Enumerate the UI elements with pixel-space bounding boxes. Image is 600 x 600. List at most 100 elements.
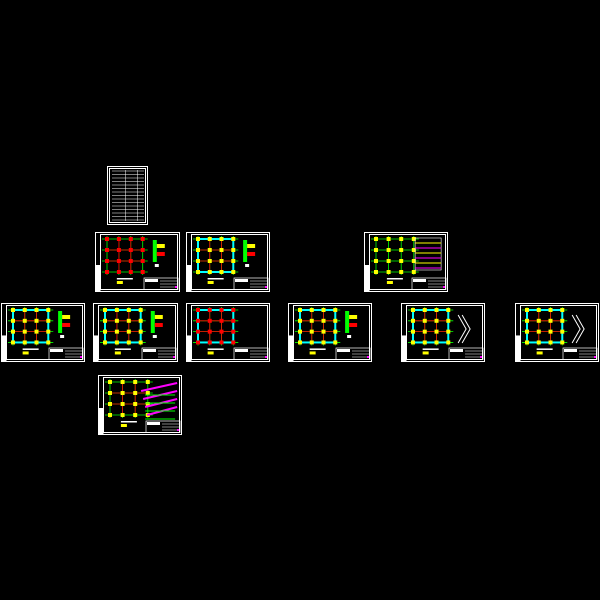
column (22, 308, 27, 312)
title-block-mark (175, 286, 177, 288)
column (536, 340, 541, 345)
binding-margin (96, 265, 101, 291)
column (114, 329, 119, 334)
column-detail (247, 244, 256, 248)
column (138, 318, 143, 323)
column (560, 329, 565, 334)
column (46, 329, 51, 334)
column (120, 413, 125, 417)
column (333, 318, 338, 323)
column (231, 308, 236, 312)
column (548, 308, 553, 312)
column-detail (62, 315, 71, 319)
column (411, 329, 415, 334)
title-block-mark (443, 286, 445, 288)
title-block-text (564, 349, 577, 352)
column (386, 259, 391, 263)
column (207, 259, 212, 263)
column-detail (245, 264, 250, 267)
column (422, 340, 427, 345)
caption-note (207, 351, 214, 355)
column (114, 308, 119, 312)
column (140, 248, 145, 252)
column (22, 318, 27, 323)
column-detail (154, 323, 163, 327)
column (219, 248, 224, 252)
column (128, 237, 133, 241)
column (231, 237, 236, 241)
title-block-mark (265, 356, 267, 358)
title-block-text (145, 279, 158, 282)
column (34, 340, 39, 345)
title-block-text (147, 422, 160, 425)
column (411, 340, 415, 345)
column (133, 402, 138, 406)
caption-note (22, 351, 29, 355)
column (231, 259, 236, 263)
column (219, 308, 224, 312)
column (114, 318, 119, 323)
column (309, 318, 314, 323)
column (411, 270, 416, 274)
caption-note (309, 351, 316, 355)
column (309, 340, 314, 345)
column (446, 340, 451, 345)
column (114, 340, 119, 345)
model-space-background (0, 0, 600, 600)
column (120, 391, 125, 395)
column (333, 340, 338, 345)
column (108, 413, 112, 417)
column (374, 248, 378, 252)
column (126, 308, 131, 312)
column (536, 308, 541, 312)
column-detail (154, 264, 159, 267)
column (196, 270, 200, 274)
column (446, 318, 451, 323)
title-block-mark (265, 286, 267, 288)
drawing-caption (207, 348, 224, 350)
column (525, 329, 529, 334)
column (207, 248, 212, 252)
column (126, 329, 131, 334)
column (120, 380, 125, 384)
column (374, 237, 378, 241)
column (219, 270, 224, 274)
title-block-mark (173, 356, 175, 358)
column-detail (347, 335, 352, 338)
column (126, 340, 131, 345)
cad-drawing-canvas[interactable] (0, 0, 600, 600)
column (46, 340, 51, 345)
column (116, 237, 121, 241)
drawing-caption (422, 348, 439, 350)
column (196, 308, 200, 312)
column (105, 270, 109, 274)
binding-margin (187, 335, 192, 361)
column (298, 340, 302, 345)
column (128, 259, 133, 263)
column (525, 308, 529, 312)
column-detail (152, 335, 157, 338)
column (103, 329, 107, 334)
caption-note (207, 281, 214, 284)
column (434, 308, 439, 312)
column (140, 259, 145, 263)
caption-note (116, 281, 123, 284)
column (207, 318, 212, 323)
column (103, 308, 107, 312)
binding-margin (2, 335, 7, 361)
column (399, 237, 404, 241)
column (333, 329, 338, 334)
column (434, 340, 439, 345)
column (321, 329, 326, 334)
column (548, 318, 553, 323)
column-detail (150, 311, 155, 333)
column (108, 402, 112, 406)
column (22, 329, 27, 334)
column (309, 308, 314, 312)
title-block-mark (367, 356, 369, 358)
column (298, 329, 302, 334)
column-detail (349, 315, 358, 319)
column (145, 380, 150, 384)
column (386, 248, 391, 252)
column-detail (154, 315, 163, 319)
